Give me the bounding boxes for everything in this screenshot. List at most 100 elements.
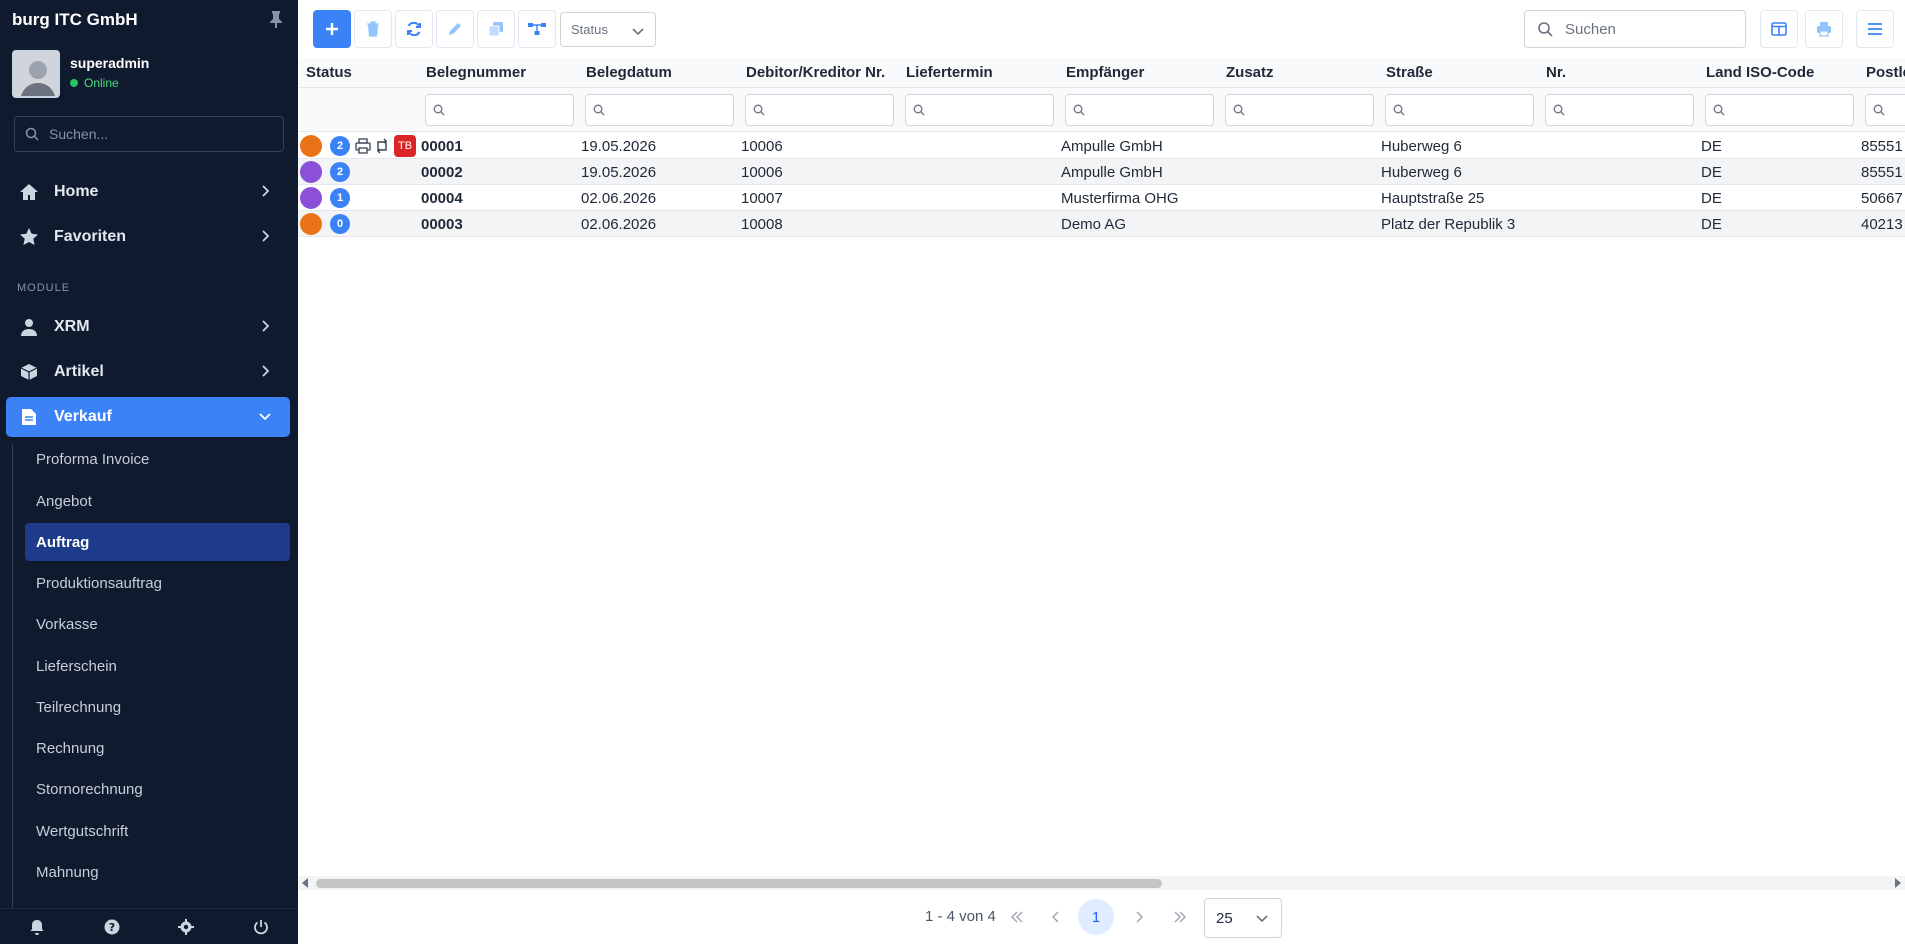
filter-input-nr[interactable] xyxy=(1545,94,1694,126)
sidebar-item-label: Artikel xyxy=(54,363,104,380)
scrollbar-thumb[interactable] xyxy=(316,879,1162,888)
prev-page-button[interactable] xyxy=(1038,899,1074,935)
filter-input-empfaenger[interactable] xyxy=(1065,94,1214,126)
cell-strasse: Hauptstraße 25 xyxy=(1381,190,1485,207)
power-icon[interactable] xyxy=(252,918,270,936)
column-header-strasse[interactable]: Straße xyxy=(1386,64,1433,81)
count-badge: 2 xyxy=(330,162,350,182)
column-header-empfaenger[interactable]: Empfänger xyxy=(1066,64,1144,81)
filter-input-debitor[interactable] xyxy=(745,94,894,126)
column-header-nr[interactable]: Nr. xyxy=(1546,64,1566,81)
menu-button[interactable] xyxy=(1856,10,1894,48)
columns-button[interactable] xyxy=(1760,10,1798,48)
cell-land: DE xyxy=(1701,190,1722,207)
sidebar-item-label: XRM xyxy=(54,318,90,335)
sidebar-subitem-rechnung[interactable]: Rechnung xyxy=(25,729,290,767)
cell-debitor: 10008 xyxy=(741,216,783,233)
cell-debitor: 10006 xyxy=(741,138,783,155)
sidebar-subitem-mahnung[interactable]: Mahnung xyxy=(25,853,290,891)
sidebar-subitem-wertgutschrift[interactable]: Wertgutschrift xyxy=(25,812,290,850)
pencil-icon xyxy=(449,23,461,35)
table-row[interactable]: 2 TB 00001 19.05.2026 10006 Ampulle GmbH… xyxy=(298,133,1905,159)
search-icon xyxy=(1873,104,1885,116)
sidebar-subitem-vorkasse[interactable]: Vorkasse xyxy=(25,605,290,643)
cell-empfaenger: Ampulle GmbH xyxy=(1061,138,1163,155)
filter-input-strasse[interactable] xyxy=(1385,94,1534,126)
table-row[interactable]: 2 00002 19.05.2026 10006 Ampulle GmbH Hu… xyxy=(298,159,1905,185)
submenu-divider xyxy=(12,444,13,909)
sidebar-subitem-produktionsauftrag[interactable]: Produktionsauftrag xyxy=(25,564,290,602)
settings-icon[interactable] xyxy=(177,918,195,936)
delete-button[interactable] xyxy=(354,10,392,48)
column-header-status[interactable]: Status xyxy=(306,64,352,81)
search-input[interactable]: Suchen xyxy=(1524,10,1746,48)
column-header-belegdatum[interactable]: Belegdatum xyxy=(586,64,672,81)
sidebar-search-input[interactable]: Suchen... xyxy=(14,116,284,152)
column-header-land[interactable]: Land ISO-Code xyxy=(1706,64,1814,81)
avatar[interactable] xyxy=(12,50,60,98)
cell-debitor: 10007 xyxy=(741,190,783,207)
workflow-button[interactable] xyxy=(518,10,556,48)
column-header-debitor[interactable]: Debitor/Kreditor Nr. xyxy=(746,64,885,81)
sync-icon[interactable] xyxy=(374,138,390,154)
sidebar-item-xrm[interactable]: XRM xyxy=(6,307,290,347)
sidebar-item-artikel[interactable]: Artikel xyxy=(6,352,290,392)
refresh-button[interactable] xyxy=(395,10,433,48)
cell-postleitzahl: 85551 xyxy=(1861,138,1903,155)
pin-icon[interactable] xyxy=(268,10,284,28)
sidebar-subitem-proforma-invoice[interactable]: Proforma Invoice xyxy=(25,440,290,478)
print-button[interactable] xyxy=(1805,10,1843,48)
column-header-liefertermin[interactable]: Liefertermin xyxy=(906,64,993,81)
sidebar-item-favoriten[interactable]: Favoriten xyxy=(6,217,290,257)
status-select[interactable]: Status xyxy=(560,12,656,47)
edit-button[interactable] xyxy=(436,10,474,48)
search-icon xyxy=(1713,104,1725,116)
add-button[interactable] xyxy=(313,10,351,48)
sidebar-subitem-auftrag[interactable]: Auftrag xyxy=(25,523,290,561)
cell-postleitzahl: 50667 xyxy=(1861,190,1903,207)
status-dot xyxy=(300,161,322,183)
scroll-right-icon[interactable] xyxy=(1895,878,1901,888)
column-header-postleitzahl[interactable]: Postle xyxy=(1866,64,1905,81)
page-size-select[interactable]: 25 xyxy=(1204,898,1282,938)
sidebar-item-label: Favoriten xyxy=(54,228,127,245)
sidebar-item-verkauf[interactable]: Verkauf xyxy=(6,397,290,437)
print-icon[interactable] xyxy=(355,138,371,154)
table-row[interactable]: 0 00003 02.06.2026 10008 Demo AG Platz d… xyxy=(298,211,1905,237)
search-icon xyxy=(753,104,765,116)
chevron-down-icon xyxy=(259,413,271,421)
next-page-button[interactable] xyxy=(1121,899,1157,935)
filter-input-belegnummer[interactable] xyxy=(425,94,574,126)
filter-input-postleitzahl[interactable] xyxy=(1865,94,1905,126)
sidebar: burg ITC GmbH superadmin Online Suchen..… xyxy=(0,0,298,944)
columns-icon xyxy=(1771,22,1787,36)
horizontal-scrollbar[interactable] xyxy=(298,876,1905,890)
filter-input-zusatz[interactable] xyxy=(1225,94,1374,126)
menu-icon xyxy=(1868,23,1882,35)
sidebar-item-home[interactable]: Home xyxy=(6,172,290,212)
page-button-current[interactable]: 1 xyxy=(1078,899,1114,935)
filter-input-land[interactable] xyxy=(1705,94,1854,126)
bell-icon[interactable] xyxy=(28,918,46,936)
sidebar-subitem-angebot[interactable]: Angebot xyxy=(25,482,290,520)
sidebar-subitem-stornorechnung[interactable]: Stornorechnung xyxy=(25,770,290,808)
first-page-button[interactable] xyxy=(999,899,1035,935)
search-icon xyxy=(1233,104,1245,116)
count-badge: 0 xyxy=(330,214,350,234)
help-icon[interactable]: ? xyxy=(103,918,121,936)
copy-button[interactable] xyxy=(477,10,515,48)
chevrons-left-icon xyxy=(1011,911,1023,923)
column-header-zusatz[interactable]: Zusatz xyxy=(1226,64,1274,81)
last-page-button[interactable] xyxy=(1162,899,1198,935)
scroll-left-icon[interactable] xyxy=(302,878,308,888)
filter-input-belegdatum[interactable] xyxy=(585,94,734,126)
chevron-down-icon xyxy=(632,28,644,36)
sidebar-subitem-lieferschein[interactable]: Lieferschein xyxy=(25,647,290,685)
filter-input-liefertermin[interactable] xyxy=(905,94,1054,126)
column-header-belegnummer[interactable]: Belegnummer xyxy=(426,64,526,81)
sidebar-subitem-teilrechnung[interactable]: Teilrechnung xyxy=(25,688,290,726)
box-icon xyxy=(18,361,40,383)
cell-belegdatum: 19.05.2026 xyxy=(581,164,657,181)
table-row[interactable]: 1 00004 02.06.2026 10007 Musterfirma OHG… xyxy=(298,185,1905,211)
status-select-label: Status xyxy=(571,22,608,37)
